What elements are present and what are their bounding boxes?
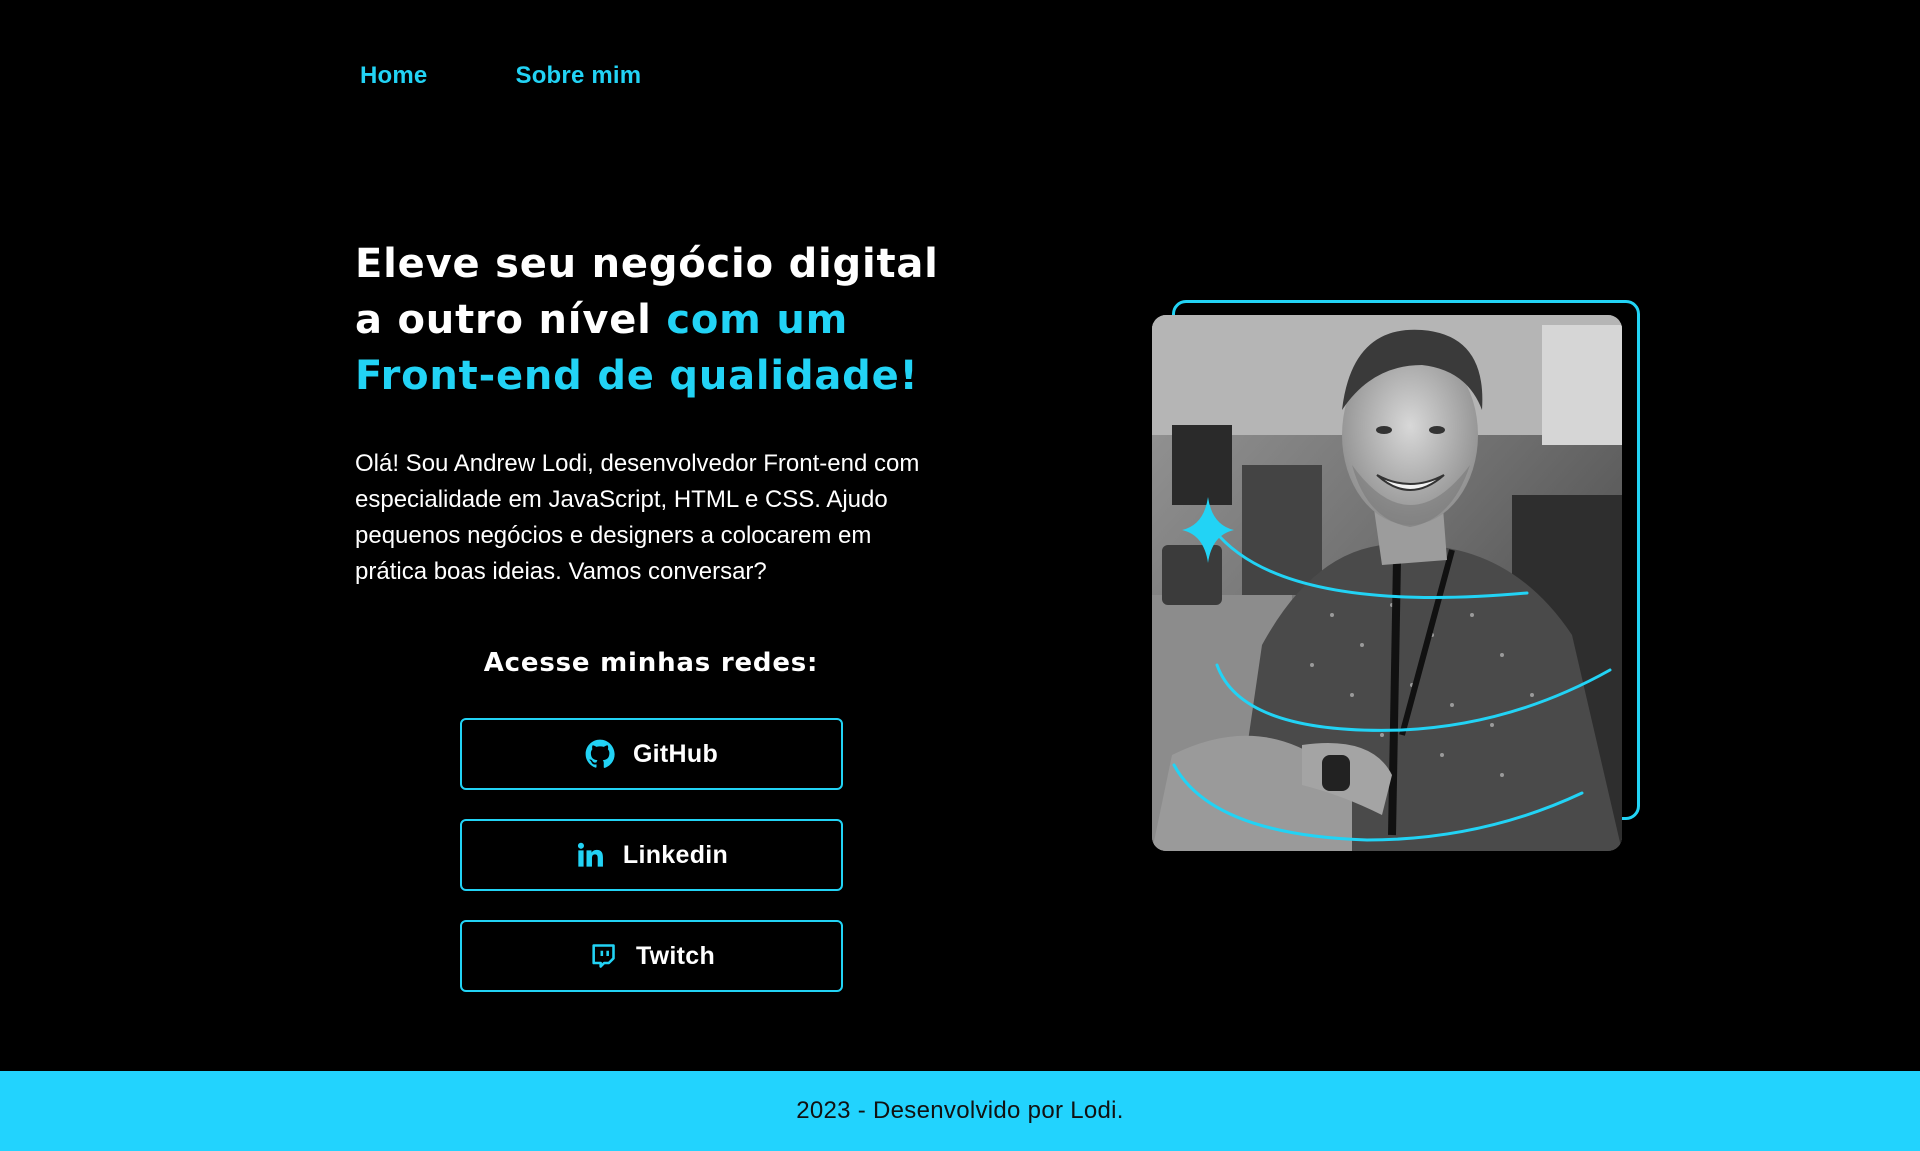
- hero-section: Eleve seu negócio digital a outro nível …: [355, 236, 955, 590]
- twitch-icon: [588, 941, 618, 971]
- footer: 2023 - Desenvolvido por Lodi.: [0, 1071, 1920, 1151]
- profile-photo: [1152, 315, 1622, 851]
- github-icon: [585, 739, 615, 769]
- linkedin-button[interactable]: Linkedin: [460, 819, 843, 891]
- linkedin-icon: [575, 840, 605, 870]
- twitch-label: Twitch: [635, 941, 716, 970]
- headline-line2-white: a outro nível: [355, 297, 667, 343]
- hero-headline: Eleve seu negócio digital a outro nível …: [355, 236, 955, 404]
- social-buttons: GitHub Linkedin Twitch: [460, 718, 843, 992]
- nav-about-link[interactable]: Sobre mim: [515, 62, 641, 90]
- nav-home-link[interactable]: Home: [360, 62, 427, 90]
- headline-line2-accent: com um: [666, 297, 849, 343]
- footer-text: 2023 - Desenvolvido por Lodi.: [796, 1097, 1124, 1124]
- headline-line3-accent: Front-end de qualidade!: [355, 353, 919, 399]
- github-button[interactable]: GitHub: [460, 718, 843, 790]
- github-label: GitHub: [632, 739, 719, 768]
- social-title: Acesse minhas redes:: [483, 648, 819, 678]
- page: Home Sobre mim Eleve seu negócio digital…: [0, 0, 1920, 1151]
- linkedin-label: Linkedin: [622, 840, 729, 869]
- top-nav: Home Sobre mim: [360, 62, 641, 90]
- twitch-button[interactable]: Twitch: [460, 920, 843, 992]
- headline-line1: Eleve seu negócio digital: [355, 241, 939, 287]
- intro-paragraph: Olá! Sou Andrew Lodi, desenvolvedor Fron…: [355, 450, 920, 585]
